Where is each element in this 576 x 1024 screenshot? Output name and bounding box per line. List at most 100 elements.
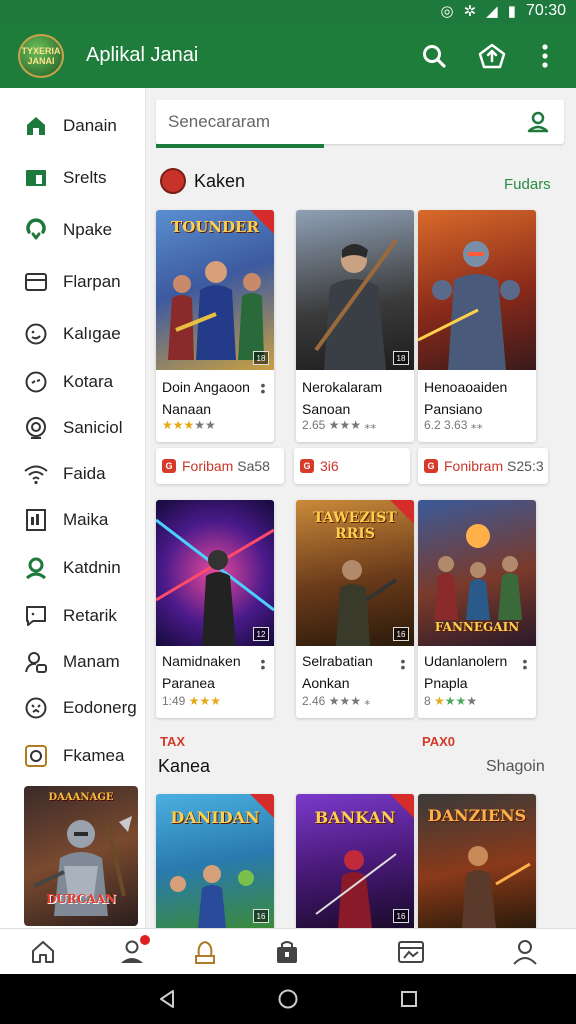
status-icons: ◎ ✲ ◢ ▮ 70:30	[440, 2, 566, 20]
game-card-art	[418, 210, 536, 370]
target-icon	[23, 415, 49, 441]
home-icon	[23, 113, 49, 139]
game-card[interactable]: 12 Namidnaken Paranea • • 1:49 ★★★	[156, 500, 274, 718]
game-card-art: BANKAN 16	[296, 794, 414, 928]
notification-dot	[140, 935, 150, 945]
drawer-item-label: Faida	[63, 464, 106, 483]
search-bar	[156, 100, 564, 144]
game-card-art: FANNEGAIN	[418, 500, 536, 646]
price-chip[interactable]: G Foribam Sa58	[156, 448, 284, 484]
square-recents-icon	[401, 991, 417, 1007]
drawer-item-kotara[interactable]: Kotara	[0, 362, 146, 402]
drawer-promo-banner[interactable]: DAAANAGE DURCAAN	[24, 786, 138, 926]
section-title: Kanea	[158, 756, 211, 776]
section-see-all-link[interactable]: Fudars	[504, 176, 551, 193]
section-title: Kaken	[194, 170, 246, 191]
home-icon	[32, 941, 54, 963]
document-icon	[23, 507, 49, 533]
price-chip[interactable]: G 3i6	[294, 448, 410, 484]
drawer-item-katdnin[interactable]: Katdnin	[0, 548, 146, 588]
search-button[interactable]	[418, 40, 450, 72]
drawer-item-npake[interactable]: Npake	[0, 210, 146, 250]
app-logo[interactable]: TYXERIA JANAI	[18, 34, 64, 78]
game-title: Selrabatian Aonkan	[302, 653, 373, 691]
drawer-item-label: Saniciol	[63, 418, 123, 437]
drawer-item-danain[interactable]: Danain	[0, 106, 146, 146]
game-rating: 6.2 3.63 ⁎⁎	[424, 418, 483, 432]
drawer-item-maika[interactable]: Maika	[0, 500, 146, 540]
game-art-title: FANNEGAIN	[434, 620, 520, 634]
rating-badge: 16	[393, 909, 409, 923]
bottom-nav-account[interactable]	[118, 935, 150, 967]
app-bar: TYXERIA JANAI Aplikal Janai	[0, 24, 576, 88]
battery-icon: ▮	[507, 3, 516, 20]
game-card[interactable]: FANNEGAIN Udanlanolern Pnapla • • 8 ★★★★	[418, 500, 536, 718]
game-card-art: 12	[156, 500, 274, 646]
game-card[interactable]: DANZIENS	[418, 794, 536, 928]
overflow-icon[interactable]: • •	[400, 654, 406, 674]
price-value: S25:3	[507, 458, 544, 474]
new-ribbon	[390, 794, 414, 818]
bottom-nav-profile[interactable]	[510, 937, 540, 967]
chat-icon	[23, 603, 49, 629]
drawer-item-label: Flarpan	[63, 272, 121, 291]
laser-artwork	[156, 518, 274, 646]
new-ribbon	[250, 794, 274, 818]
game-card[interactable]: Henoaoaiden Pansiano 6.2 3.63 ⁎⁎	[418, 210, 536, 442]
drawer-item-srelts[interactable]: Srelts	[0, 158, 146, 198]
share-button[interactable]	[476, 40, 508, 72]
section-see-all-link[interactable]: Shagoin	[486, 758, 545, 776]
bottom-nav-news[interactable]	[396, 937, 426, 967]
user-icon	[527, 111, 549, 133]
overflow-icon	[542, 44, 548, 68]
group-icon	[23, 649, 49, 675]
new-ribbon	[250, 210, 274, 234]
bottom-nav-home[interactable]	[28, 937, 58, 967]
section-tag: TAX	[160, 734, 186, 749]
game-card[interactable]: BANKAN 16	[296, 794, 414, 928]
drawer-item-eodonerg[interactable]: Eodonerg	[0, 688, 146, 728]
game-card[interactable]: TAWEZIST RRIS 16 Selrabatian Aonkan • • 2…	[296, 500, 414, 718]
section-logo-icon	[160, 168, 186, 194]
game-card-art: DANIDAN 16	[156, 794, 274, 928]
game-card[interactable]: TOUNDER 18 Doin Angaoon Nanaan • • ★★★★★	[156, 210, 274, 442]
drawer-item-label: Danain	[63, 116, 117, 135]
warrior-artwork	[314, 238, 398, 370]
game-title: Nerokalaram Sanoan	[302, 379, 383, 417]
search-input[interactable]	[168, 110, 508, 134]
recents-button[interactable]	[398, 988, 420, 1010]
overflow-icon[interactable]: • •	[260, 378, 266, 398]
back-button[interactable]	[156, 988, 178, 1010]
drawer-item-label: Kotara	[63, 372, 114, 391]
bottom-nav-bag[interactable]	[272, 937, 302, 967]
game-card[interactable]: DANIDAN 16	[156, 794, 274, 928]
overflow-menu-button[interactable]	[529, 40, 561, 72]
section-tag: PAX0	[422, 734, 455, 749]
overflow-icon[interactable]: • •	[522, 654, 528, 674]
game-card[interactable]: 18 Nerokalaram Sanoan 2.65 ★★★ ⁎⁎	[296, 210, 414, 442]
bottom-nav-games[interactable]	[190, 937, 220, 967]
games-icon	[195, 940, 215, 964]
drawer-item-fkamea[interactable]: Fkamea	[0, 736, 146, 776]
drawer-item-faida[interactable]: Faida	[0, 454, 146, 494]
drawer-item-kaligae[interactable]: Kalıgae	[0, 314, 146, 354]
user-search-button[interactable]	[526, 110, 550, 139]
news-icon	[398, 941, 424, 963]
drawer-item-retarik[interactable]: Retarik	[0, 596, 146, 636]
price-chip[interactable]: G Fonibram S25:3	[418, 448, 548, 484]
drawer-item-saniciol[interactable]: Saniciol	[0, 408, 146, 448]
game-rating: 1:49 ★★★	[162, 694, 221, 708]
signal-icon: ◢	[486, 3, 498, 20]
face-icon	[23, 369, 49, 395]
rating-badge: 18	[253, 351, 269, 365]
drawer-item-manam[interactable]: Manam	[0, 642, 146, 682]
rating-value: 2.65	[302, 418, 326, 432]
home-system-button[interactable]	[277, 988, 299, 1010]
drawer-item-label: Manam	[63, 652, 120, 671]
overflow-icon[interactable]: • •	[260, 654, 266, 674]
drawer-item-flarpan[interactable]: Flarpan	[0, 262, 146, 302]
store-badge-icon: G	[162, 459, 176, 473]
bag-icon	[277, 941, 297, 963]
navigation-drawer: Danain Srelts Npake Flarpan Kalıgae Kota…	[0, 88, 146, 928]
drawer-item-label: Npake	[63, 220, 113, 239]
